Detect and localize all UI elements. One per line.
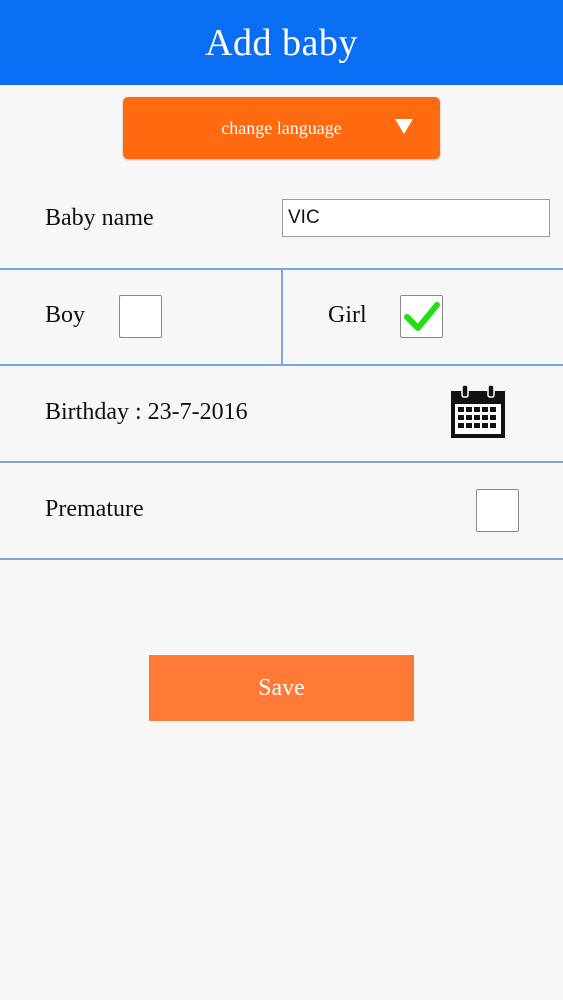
divider bbox=[0, 364, 563, 366]
divider bbox=[0, 461, 563, 463]
divider bbox=[281, 269, 283, 365]
boy-label: Boy bbox=[45, 302, 86, 328]
change-language-dropdown[interactable]: change language bbox=[123, 97, 440, 159]
baby-name-label: Baby name bbox=[45, 205, 154, 231]
boy-checkbox[interactable] bbox=[119, 295, 162, 338]
check-mark-icon bbox=[404, 302, 440, 331]
save-button[interactable]: Save bbox=[149, 655, 414, 721]
change-language-label: change language bbox=[221, 118, 342, 138]
app-header: Add baby bbox=[0, 0, 563, 85]
premature-label: Premature bbox=[45, 496, 144, 522]
birthday-label: Birthday : 23-7-2016 bbox=[45, 399, 248, 425]
divider bbox=[0, 558, 563, 560]
girl-label: Girl bbox=[328, 302, 367, 328]
premature-checkbox[interactable] bbox=[476, 489, 519, 532]
girl-checkbox[interactable] bbox=[400, 295, 443, 338]
save-button-label: Save bbox=[258, 675, 305, 701]
page-title: Add baby bbox=[205, 21, 358, 64]
triangle-down-icon bbox=[395, 119, 413, 134]
calendar-icon[interactable] bbox=[449, 384, 507, 440]
baby-name-input[interactable] bbox=[282, 199, 550, 237]
